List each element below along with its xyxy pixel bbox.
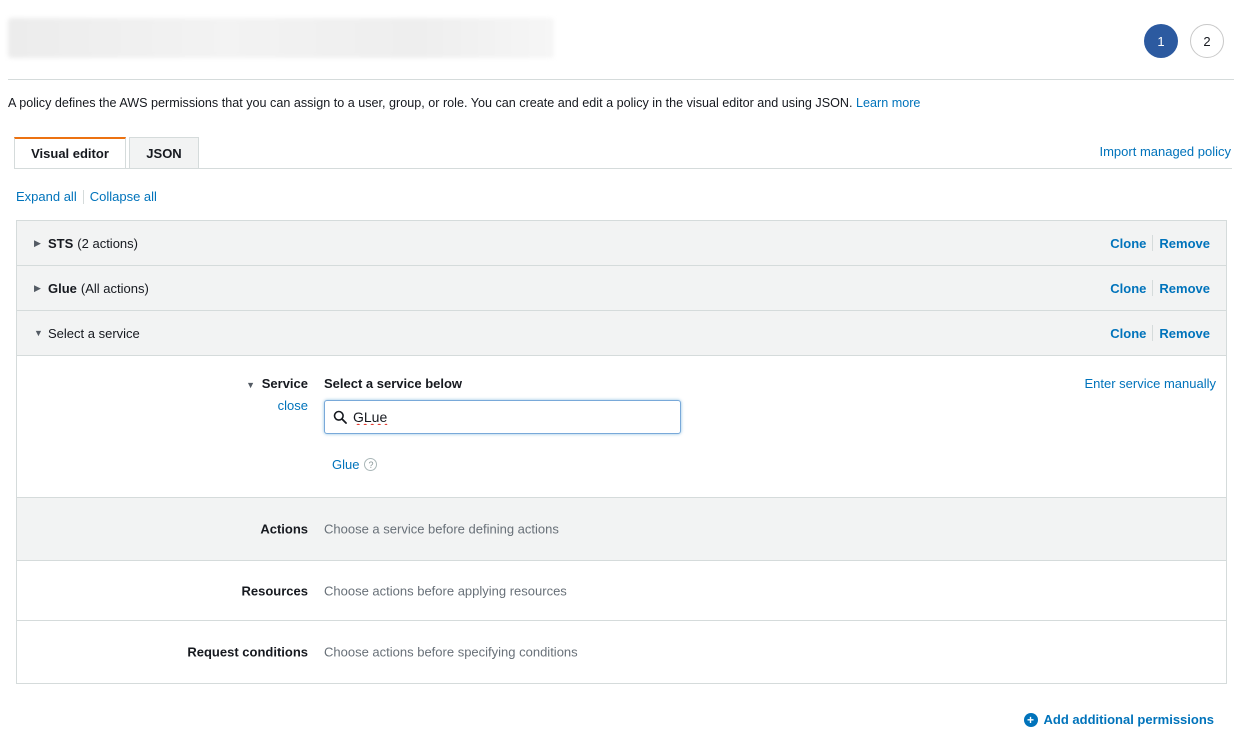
section-detail: Select a service xyxy=(48,325,140,341)
caret-right-icon: ▶ xyxy=(34,237,41,248)
remove-button[interactable]: Remove xyxy=(1159,326,1210,341)
request-conditions-hint: Choose actions before specifying conditi… xyxy=(324,644,578,660)
resources-row: Resources Choose actions before applying… xyxy=(17,561,1226,621)
clone-button[interactable]: Clone xyxy=(1110,236,1146,251)
section-select-service[interactable]: ▼ Select a service Clone Remove xyxy=(17,311,1226,356)
section-glue[interactable]: ▶ Glue (All actions) Clone Remove xyxy=(17,266,1226,311)
section-detail: (All actions) xyxy=(80,280,149,296)
caret-down-icon: ▼ xyxy=(246,380,256,390)
remove-button[interactable]: Remove xyxy=(1159,236,1210,251)
actions-row: Actions Choose a service before defining… xyxy=(17,498,1226,561)
tab-json[interactable]: JSON xyxy=(129,137,199,169)
section-service-name: Glue xyxy=(48,280,77,296)
actions-label: Actions xyxy=(260,521,308,537)
wizard-steps: 1 2 xyxy=(1144,24,1224,58)
service-heading: Select a service below xyxy=(324,376,463,391)
policy-description: A policy defines the AWS permissions tha… xyxy=(8,96,920,110)
add-permissions-label: Add additional permissions xyxy=(1043,712,1214,727)
service-result-glue-link[interactable]: Glue xyxy=(332,457,359,472)
tabs-divider xyxy=(14,168,1232,169)
search-icon xyxy=(333,410,347,424)
request-conditions-row: Request conditions Choose actions before… xyxy=(17,621,1226,683)
service-search-input[interactable] xyxy=(353,409,653,425)
expand-all-link[interactable]: Expand all xyxy=(16,189,77,204)
expand-collapse-controls: Expand all Collapse all xyxy=(16,189,157,204)
section-service-name: STS xyxy=(48,235,74,251)
enter-service-manually-link[interactable]: Enter service manually xyxy=(1085,376,1217,391)
resources-hint: Choose actions before applying resources xyxy=(324,583,567,598)
section-detail: (2 actions) xyxy=(77,235,138,251)
link-separator xyxy=(82,189,84,204)
clone-button[interactable]: Clone xyxy=(1110,281,1146,296)
step-2[interactable]: 2 xyxy=(1190,24,1224,58)
action-separator xyxy=(1152,325,1154,341)
import-managed-policy-link[interactable]: Import managed policy xyxy=(1099,144,1231,159)
caret-right-icon: ▶ xyxy=(34,282,41,293)
service-search-box[interactable] xyxy=(324,400,681,434)
action-separator xyxy=(1152,280,1154,296)
add-additional-permissions-button[interactable]: + Add additional permissions xyxy=(1023,712,1214,727)
permissions-panel: ▶ STS (2 actions) Clone Remove ▶ Glue (A… xyxy=(16,220,1227,684)
learn-more-link[interactable]: Learn more xyxy=(856,96,920,110)
section-sts[interactable]: ▶ STS (2 actions) Clone Remove xyxy=(17,221,1226,266)
policy-description-text: A policy defines the AWS permissions tha… xyxy=(8,96,853,110)
clone-button[interactable]: Clone xyxy=(1110,326,1146,341)
service-result-item[interactable]: Glue ? xyxy=(332,457,378,472)
service-label[interactable]: ▼ Service xyxy=(246,376,308,391)
service-close-link[interactable]: close xyxy=(278,398,308,413)
resources-label: Resources xyxy=(241,583,308,598)
header-divider xyxy=(8,79,1234,80)
actions-hint: Choose a service before defining actions xyxy=(324,521,559,537)
editor-tabs: Visual editor JSON xyxy=(14,137,199,169)
caret-down-icon: ▼ xyxy=(34,328,43,338)
blurred-page-title xyxy=(8,18,554,58)
action-separator xyxy=(1152,235,1154,251)
request-conditions-label: Request conditions xyxy=(187,644,308,660)
remove-button[interactable]: Remove xyxy=(1159,281,1210,296)
service-label-text: Service xyxy=(261,376,308,391)
tab-visual-editor[interactable]: Visual editor xyxy=(14,137,126,169)
plus-circle-icon: + xyxy=(1023,712,1038,727)
step-1[interactable]: 1 xyxy=(1144,24,1178,58)
service-selector: ▼ Service close Select a service below E… xyxy=(17,356,1226,498)
collapse-all-link[interactable]: Collapse all xyxy=(90,189,157,204)
help-icon[interactable]: ? xyxy=(364,458,378,471)
